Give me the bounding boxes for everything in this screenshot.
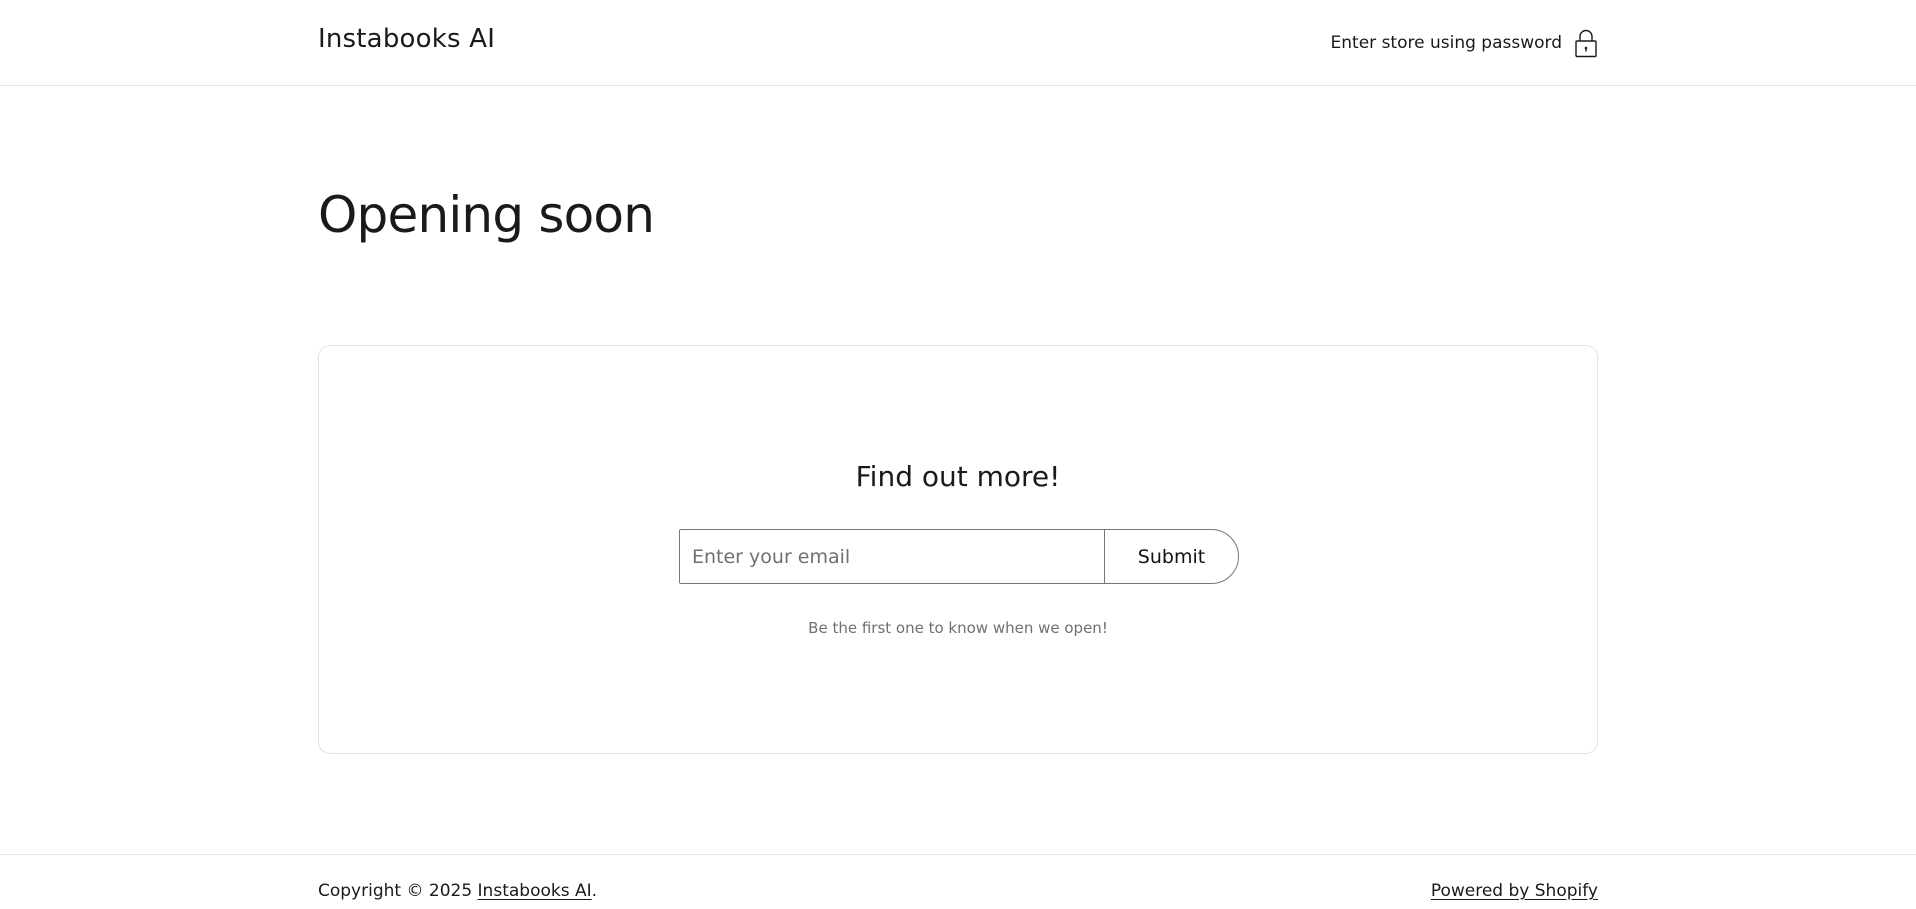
password-page: Instabooks AI Enter store using password… — [0, 0, 1916, 909]
newsletter-card: Find out more! Submit Be the first one t… — [318, 345, 1598, 754]
newsletter-title: Find out more! — [855, 460, 1061, 493]
lock-icon — [1575, 29, 1597, 58]
email-input[interactable] — [679, 529, 1104, 584]
copyright-prefix: Copyright © 2025 — [318, 881, 478, 901]
footer: Copyright © 2025 Instabooks AI. Powered … — [0, 854, 1916, 909]
store-name: Instabooks AI — [318, 24, 496, 54]
page-title: Opening soon — [318, 186, 655, 244]
powered-by: Powered by Shopify — [1431, 881, 1598, 901]
submit-button[interactable]: Submit — [1104, 529, 1239, 584]
header: Instabooks AI Enter store using password — [0, 0, 1916, 86]
newsletter-note: Be the first one to know when we open! — [808, 619, 1108, 637]
newsletter-form: Submit — [679, 529, 1239, 584]
copyright: Copyright © 2025 Instabooks AI. — [318, 881, 597, 901]
powered-by-shopify-link[interactable]: Powered by Shopify — [1431, 881, 1598, 901]
copyright-suffix: . — [591, 881, 598, 901]
enter-with-password-link[interactable]: Enter store using password — [1331, 28, 1598, 58]
enter-with-password-label: Enter store using password — [1330, 33, 1562, 53]
copyright-store-link[interactable]: Instabooks AI — [478, 881, 592, 901]
